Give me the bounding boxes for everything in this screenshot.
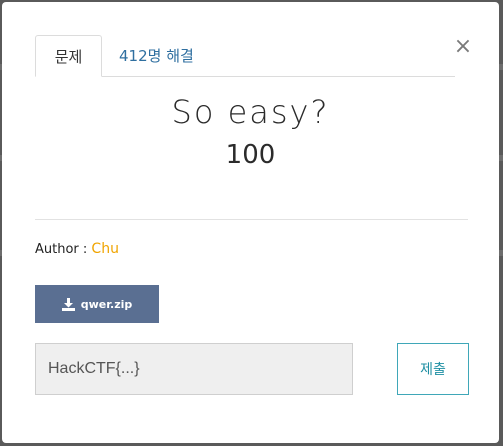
close-icon[interactable]: × [453,35,473,59]
challenge-points: 100 [225,140,276,170]
tab-solves[interactable]: 412명 해결 [119,35,194,76]
submit-button[interactable]: 제출 [397,343,469,395]
challenge-title: So easy? [171,93,330,131]
download-label: qwer.zip [80,297,133,311]
author-name: Chu [91,241,119,257]
flag-input[interactable] [35,343,353,395]
download-button[interactable]: qwer.zip [35,285,159,323]
tab-problem[interactable]: 문제 [35,35,102,77]
divider [35,219,468,220]
download-icon [61,297,75,311]
author-label: Author : [35,242,92,257]
challenge-modal: × 문제 412명 해결 So easy? 100 Author : Chu q… [2,2,499,443]
modal-tabs: 문제 412명 해결 [35,35,455,77]
author-line: Author : Chu [35,241,119,257]
